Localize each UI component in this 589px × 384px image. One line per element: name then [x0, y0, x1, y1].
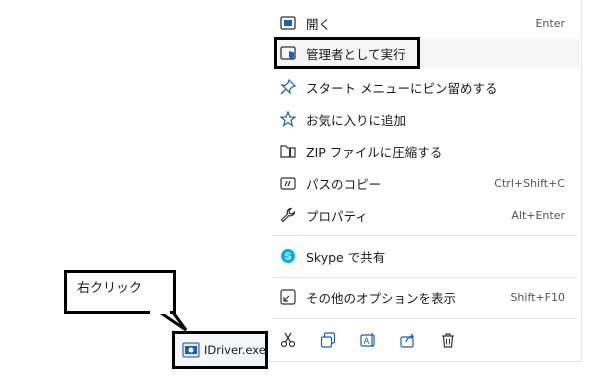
menu-item-shortcut: Alt+Enter [511, 208, 565, 222]
menu-item-label: その他のオプションを表示 [306, 290, 457, 306]
copy-path-icon [280, 175, 296, 191]
zip-folder-icon [280, 143, 296, 159]
wrench-icon [280, 207, 296, 223]
menu-item-label: パスのコピー [306, 176, 382, 192]
file-idriver[interactable]: IDriver.exe [172, 331, 268, 369]
menu-item-pin-start[interactable]: スタート メニューにピン留めする [272, 72, 577, 102]
menu-item-open[interactable]: 開く Enter [272, 8, 577, 38]
menu-item-properties[interactable]: プロパティ Alt+Enter [272, 200, 577, 230]
menu-item-favorite[interactable]: お気に入りに追加 [272, 104, 577, 134]
copy-icon[interactable] [318, 330, 338, 350]
delete-icon[interactable] [438, 330, 458, 350]
menu-separator [272, 235, 577, 236]
menu-item-label: Skype で共有 [306, 249, 386, 265]
star-icon [280, 111, 296, 127]
exe-file-icon [182, 341, 200, 359]
menu-item-label: スタート メニューにピン留めする [306, 80, 498, 96]
open-icon [280, 15, 296, 31]
menu-item-label: プロパティ [306, 208, 368, 224]
callout-text: 右クリック [77, 281, 143, 296]
admin-highlight-box [274, 37, 420, 69]
share-icon[interactable] [398, 330, 418, 350]
menu-separator [272, 277, 577, 278]
menu-item-shortcut: Enter [535, 16, 565, 30]
callout-pointer-gap [150, 308, 170, 314]
rename-icon[interactable]: A [358, 330, 378, 350]
svg-text:A: A [363, 336, 369, 346]
menu-item-label: 開く [306, 16, 332, 32]
menu-item-share-skype[interactable]: S Skype で共有 [272, 241, 577, 271]
menu-separator [272, 318, 577, 319]
menu-item-label: ZIP ファイルに圧縮する [306, 144, 443, 160]
menu-item-shortcut: Ctrl+Shift+C [494, 176, 565, 190]
menu-item-copy-path[interactable]: パスのコピー Ctrl+Shift+C [272, 168, 577, 198]
menu-item-compress-zip[interactable]: ZIP ファイルに圧縮する [272, 136, 577, 166]
svg-text:S: S [285, 252, 292, 263]
menu-item-shortcut: Shift+F10 [510, 290, 565, 304]
menu-item-label: お気に入りに追加 [306, 112, 407, 128]
pin-icon [280, 79, 296, 95]
file-name: IDriver.exe [204, 343, 266, 357]
cut-icon[interactable] [278, 330, 298, 350]
more-options-icon [280, 289, 296, 305]
menu-item-more-options[interactable]: その他のオプションを表示 Shift+F10 [272, 282, 577, 312]
skype-icon: S [280, 248, 296, 264]
